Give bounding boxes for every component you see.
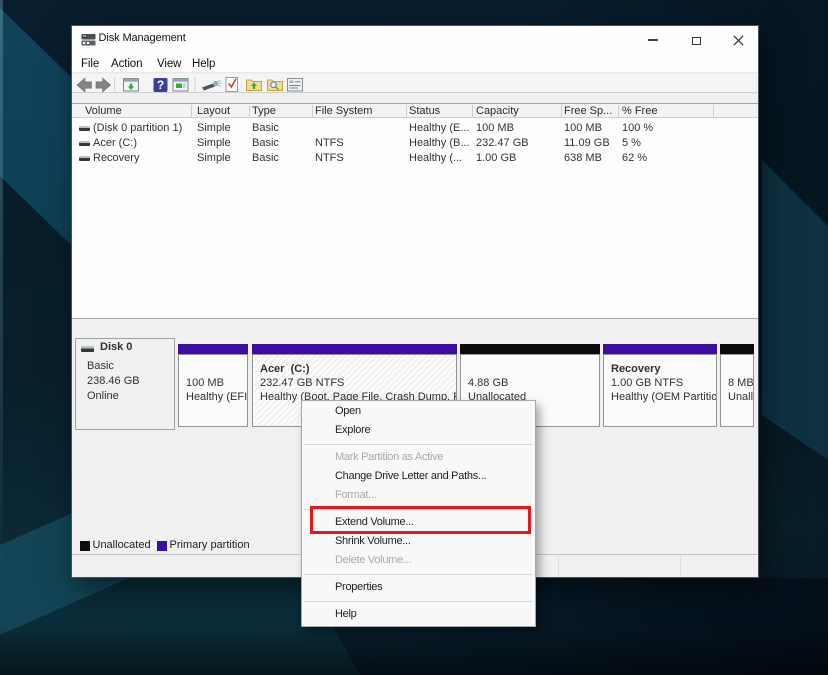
svg-text:?: ? [157, 78, 164, 92]
